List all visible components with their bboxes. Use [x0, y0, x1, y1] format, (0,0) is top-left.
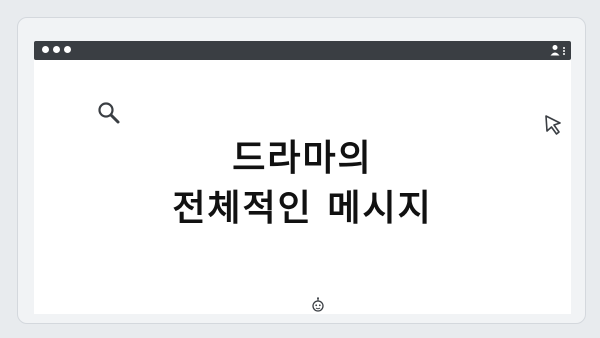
maximize-dot[interactable] [64, 46, 71, 53]
minimize-dot[interactable] [53, 46, 60, 53]
close-dot[interactable] [42, 46, 49, 53]
page-title-line-1: 드라마의 [232, 138, 373, 179]
titlebar-actions [550, 44, 565, 56]
browser-window: 드라마의 전체적인 메시지 [17, 17, 586, 324]
page-title-line-2: 전체적인 메시지 [172, 188, 433, 229]
more-vertical-icon[interactable] [563, 46, 565, 55]
page-content: 드라마의 전체적인 메시지 [34, 60, 571, 314]
user-icon[interactable] [550, 44, 560, 56]
search-icon[interactable] [96, 100, 122, 126]
window-controls [42, 46, 71, 53]
page-title: 드라마의 전체적인 메시지 [34, 134, 571, 234]
robot-icon [312, 297, 324, 312]
window-titlebar [34, 41, 571, 60]
